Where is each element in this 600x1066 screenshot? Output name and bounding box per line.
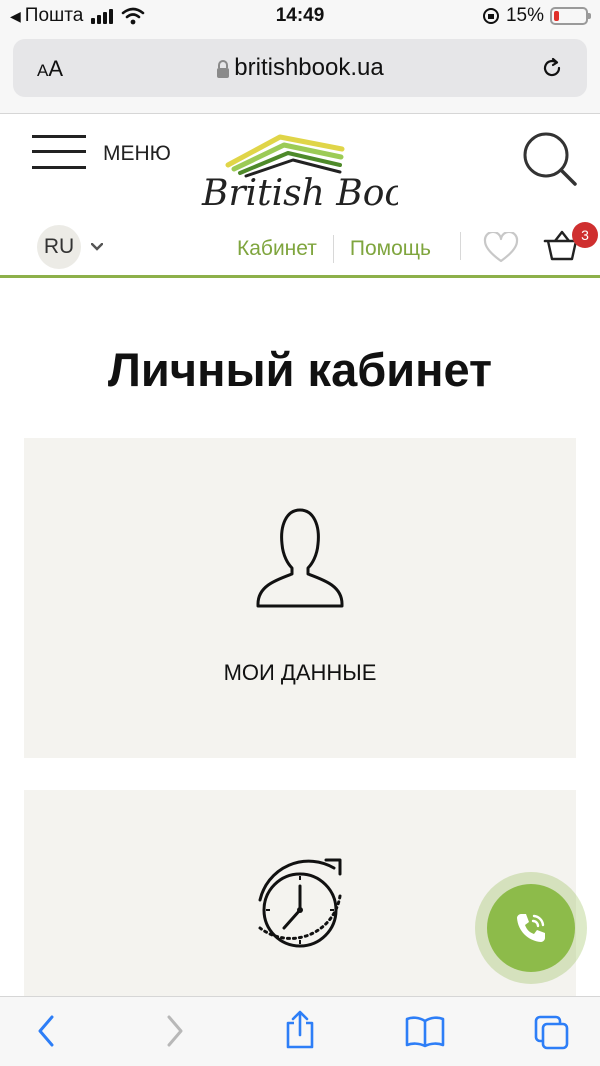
call-button[interactable] bbox=[487, 884, 575, 972]
battery-percent: 15% bbox=[505, 5, 544, 26]
language-selector[interactable]: RU bbox=[37, 225, 103, 269]
nav-divider bbox=[332, 235, 334, 263]
orientation-lock-icon bbox=[482, 8, 499, 24]
back-icon[interactable] bbox=[34, 1013, 58, 1049]
site-logo[interactable]: British Book bbox=[198, 127, 398, 212]
card-my-data[interactable]: МОИ ДАННЫЕ bbox=[24, 438, 576, 758]
cart-count-badge: 3 bbox=[572, 222, 598, 248]
battery-level bbox=[554, 11, 559, 21]
menu-icon[interactable] bbox=[32, 133, 86, 171]
chevron-down-icon bbox=[91, 243, 103, 251]
nav-link-cabinet[interactable]: Кабинет bbox=[237, 237, 317, 261]
address-bar[interactable]: AA britishbook.ua bbox=[13, 39, 587, 97]
search-icon[interactable] bbox=[520, 131, 578, 189]
nav-link-help[interactable]: Помощь bbox=[350, 237, 431, 261]
reload-icon[interactable] bbox=[539, 55, 565, 81]
page-title: Личный кабинет bbox=[107, 343, 493, 396]
heart-icon[interactable] bbox=[483, 232, 519, 264]
browser-toolbar bbox=[0, 996, 600, 1066]
status-right: 15% bbox=[482, 5, 591, 27]
forward-icon[interactable] bbox=[163, 1013, 187, 1049]
share-icon[interactable] bbox=[282, 1009, 318, 1051]
card-label: МОИ ДАННЫЕ bbox=[223, 660, 377, 685]
bookmarks-icon[interactable] bbox=[404, 1013, 446, 1049]
url-text: britishbook.ua bbox=[234, 54, 384, 81]
nav-divider bbox=[460, 232, 461, 260]
logo-text: British Book bbox=[201, 173, 398, 212]
menu-label[interactable]: МЕНЮ bbox=[103, 142, 171, 166]
battery-icon bbox=[550, 7, 591, 25]
phone-icon bbox=[517, 914, 545, 942]
site-header: МЕНЮ British Book RU Кабинет Помощь 3 bbox=[0, 115, 600, 278]
status-bar: ◀ Пошта 14:49 15% bbox=[0, 0, 600, 34]
lock-icon bbox=[217, 59, 230, 78]
browser-address-area: AA britishbook.ua bbox=[0, 34, 600, 114]
url-display[interactable]: britishbook.ua bbox=[13, 54, 587, 82]
header-nav: Кабинет Помощь bbox=[237, 235, 431, 263]
tabs-icon[interactable] bbox=[532, 1013, 572, 1053]
user-icon bbox=[256, 508, 344, 608]
language-code: RU bbox=[37, 225, 81, 269]
